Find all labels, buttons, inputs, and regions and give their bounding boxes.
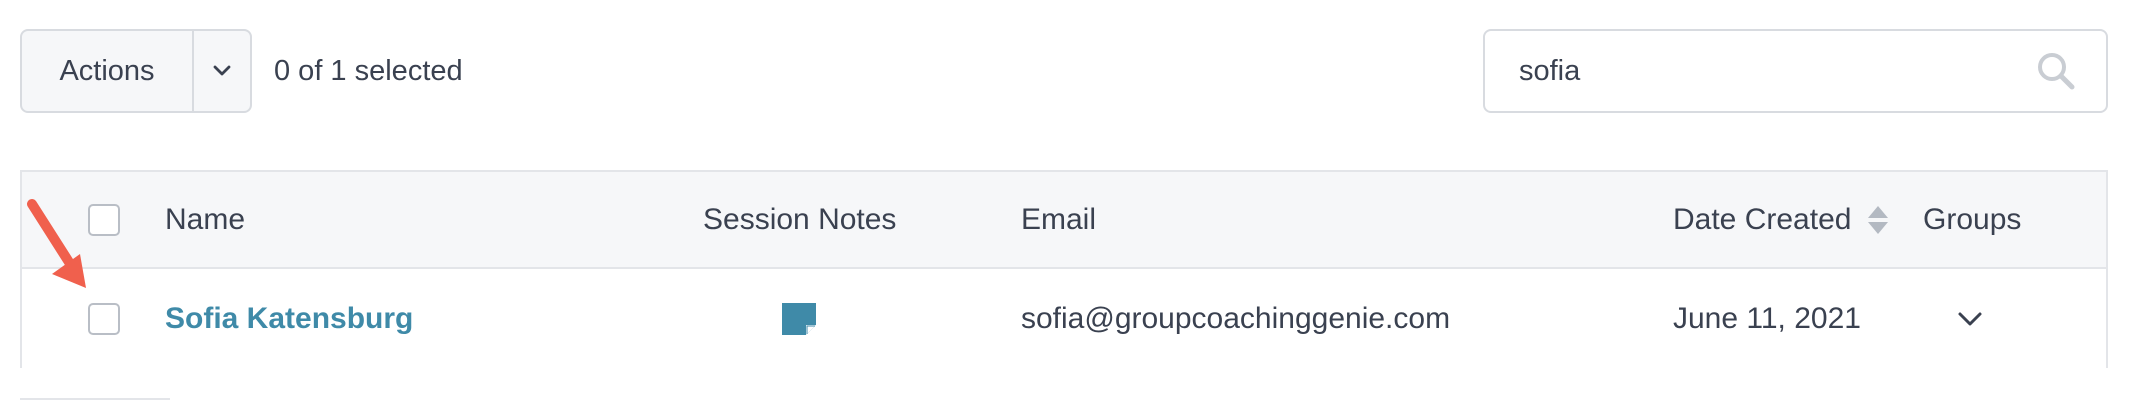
row-session-notes-cell (780, 269, 818, 368)
column-header-date-created[interactable]: Date Created (1673, 172, 1889, 267)
table-row: Sofia Katensburg sofia@groupcoachinggeni… (22, 269, 2106, 368)
chevron-down-icon (213, 65, 231, 76)
actions-dropdown[interactable]: Actions (20, 29, 252, 113)
actions-button[interactable]: Actions (22, 31, 194, 111)
row-email-cell: sofia@groupcoachinggenie.com (1021, 301, 1451, 335)
chevron-down-icon[interactable] (1957, 310, 1983, 328)
search-icon[interactable] (2032, 47, 2080, 95)
search-input[interactable]: sofia (1519, 55, 2032, 88)
row-name-cell: Sofia Katensburg (165, 269, 413, 368)
column-header-session-notes[interactable]: Session Notes (703, 172, 896, 267)
search-field[interactable]: sofia (1483, 29, 2108, 113)
row-groups-cell (1957, 269, 1983, 368)
select-all-cell (88, 172, 120, 267)
users-table: Name Session Notes Email Date Created Gr… (20, 170, 2108, 368)
sticky-note-icon[interactable] (780, 301, 818, 337)
actions-caret-button[interactable] (194, 31, 250, 111)
column-header-groups: Groups (1923, 202, 2022, 236)
user-name-link[interactable]: Sofia Katensburg (165, 302, 413, 336)
selected-count: 0 of 1 selected (274, 54, 463, 87)
table-header: Name Session Notes Email Date Created Gr… (22, 172, 2106, 269)
row-checkbox[interactable] (88, 302, 120, 335)
select-all-checkbox[interactable] (88, 203, 120, 236)
column-header-name[interactable]: Name (165, 172, 245, 267)
column-header-date-created-label: Date Created (1673, 202, 1852, 236)
column-header-email[interactable]: Email (1021, 172, 1096, 267)
row-date-created-cell: June 11, 2021 (1673, 301, 1861, 335)
row-select-cell (88, 269, 120, 368)
toolbar: Actions 0 of 1 selected (20, 29, 463, 113)
divider (20, 398, 170, 404)
sort-icon[interactable] (1867, 204, 1889, 236)
